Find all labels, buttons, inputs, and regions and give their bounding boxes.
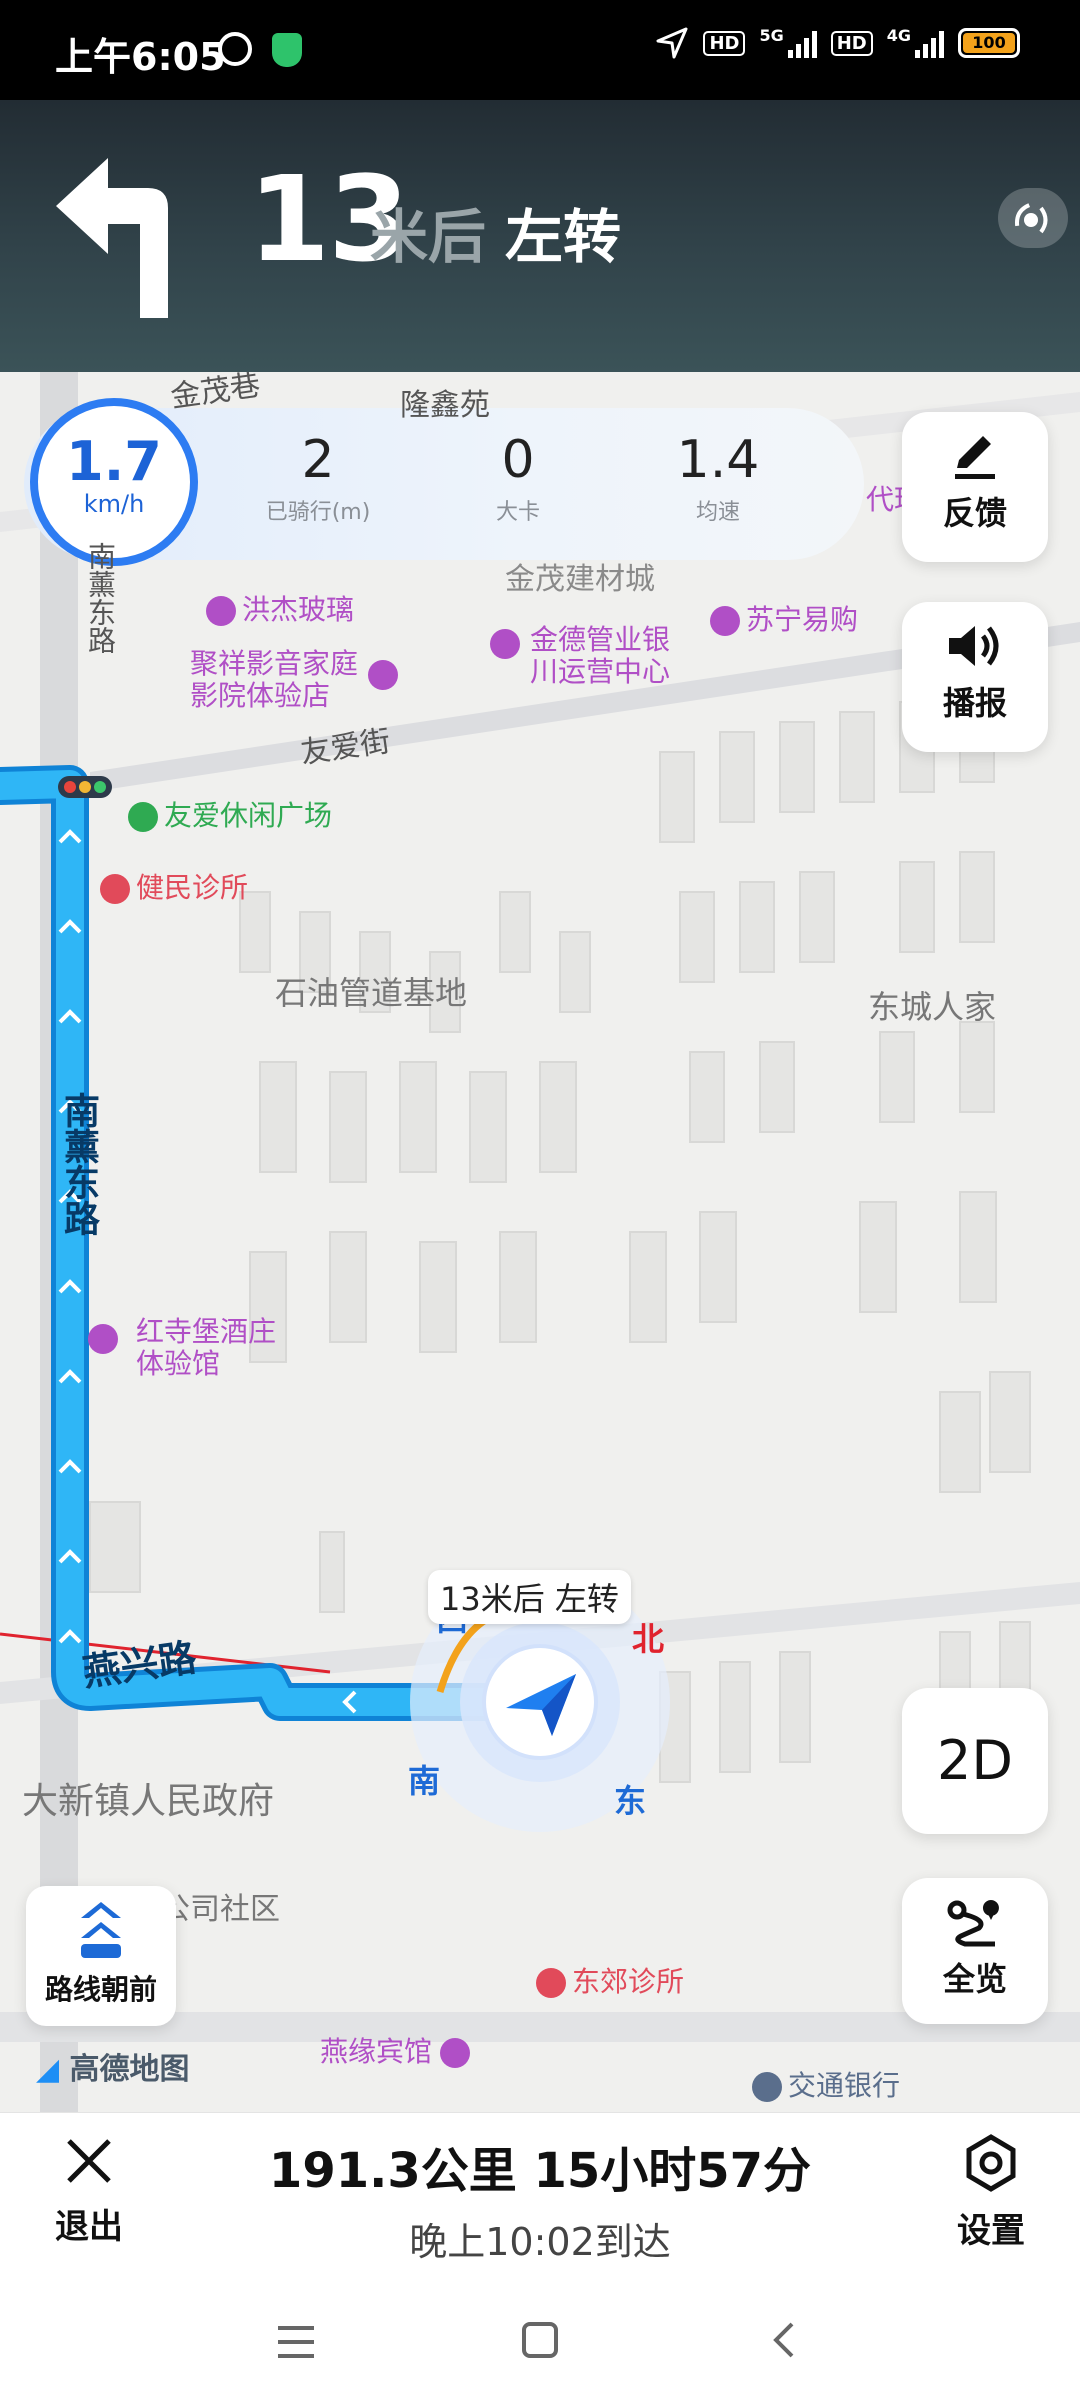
street-label: 南薰东路	[84, 542, 117, 654]
status-time: 上午6:05	[55, 35, 226, 79]
compass-east: 东	[614, 1782, 647, 1820]
bank-icon	[752, 2072, 782, 2102]
area-label: 大新镇人民政府	[22, 1781, 275, 1822]
stat-calories: 0 大卡	[438, 430, 598, 526]
network-4g-label: 4G	[886, 25, 911, 45]
exit-label: 退出	[55, 2207, 123, 2247]
poi-dongjiao-clinic[interactable]: 东郊诊所	[536, 1966, 684, 1998]
signal-4g-icon	[915, 28, 944, 58]
status-indicators: HD 5G HD 4G 100	[655, 26, 1020, 60]
route-street-label: 南薰东路	[58, 1092, 99, 1236]
trip-summary: 191.3公里 15小时57分 晚上10:02到达	[200, 2131, 880, 2266]
clinic-icon	[536, 1968, 566, 1998]
stat-distance: 2 已骑行(m)	[238, 430, 398, 526]
stat-calories-value: 0	[501, 430, 535, 490]
route-heading-label: 路线朝前	[44, 1973, 157, 2006]
battery-level: 100	[963, 33, 1015, 53]
signal-5g-icon	[787, 28, 817, 58]
menu-icon[interactable]	[274, 2322, 318, 2362]
home-icon[interactable]	[520, 2320, 560, 2360]
area-label: 金茂建材城	[505, 562, 655, 597]
hotel-icon	[440, 2038, 471, 2068]
hd-icon-2: HD	[830, 30, 873, 56]
close-icon	[67, 2139, 111, 2183]
settings-label: 设置	[957, 2211, 1025, 2251]
current-location-icon	[482, 1644, 598, 1760]
feedback-label: 反馈	[942, 494, 1007, 532]
status-bar: 上午6:05 HD 5G HD 4G 100	[0, 0, 1080, 100]
route-heading-button[interactable]: 路线朝前	[26, 1886, 176, 2026]
park-icon	[128, 802, 158, 832]
brand-logo-icon: ◢	[36, 2052, 60, 2087]
turn-left-arrow-icon	[56, 158, 168, 318]
broadcast-button[interactable]: 播报	[902, 602, 1048, 752]
view-mode-label: 2D	[937, 1729, 1013, 1792]
current-speed: 1.7 km/h	[30, 398, 198, 566]
speed-value: 1.7	[66, 430, 162, 493]
battery-icon: 100	[958, 28, 1020, 58]
poi-hotel[interactable]: 燕缘宾馆	[320, 2036, 476, 2068]
turn-guidance-panel: 13 米后 左转	[0, 100, 1080, 372]
poi-suning[interactable]: 苏宁易购	[710, 604, 858, 636]
poi-plaza[interactable]: 友爱休闲广场	[128, 800, 332, 832]
pen-icon	[955, 436, 995, 479]
speaker-icon	[949, 626, 999, 666]
system-navigation-bar	[0, 2274, 1080, 2400]
alarm-icon	[218, 32, 252, 66]
stat-average-value: 1.4	[676, 430, 760, 490]
arrival-time: 晚上10:02到达	[409, 2220, 671, 2264]
poi-bank[interactable]: 交通银行	[752, 2070, 900, 2102]
settings-hexagon-icon	[966, 2134, 1016, 2192]
overview-label: 全览	[942, 1960, 1007, 1998]
street-label: 隆鑫苑	[400, 388, 490, 423]
shop-icon	[710, 606, 740, 636]
overview-button[interactable]: 全览	[902, 1878, 1048, 2024]
area-label: 公司社区	[160, 1892, 280, 1927]
map-view[interactable]: 1.7 km/h 2 已骑行(m) 0 大卡 1.4 均速 金茂巷 隆鑫苑 南薰…	[0, 372, 1080, 2114]
poi-jinde[interactable]	[490, 627, 526, 659]
clinic-icon	[100, 874, 130, 904]
turn-callout: 13米后 左转	[428, 1570, 631, 1624]
speed-unit: km/h	[83, 490, 145, 518]
area-label: 石油管道基地	[275, 974, 468, 1012]
stat-calories-label: 大卡	[495, 500, 540, 525]
view-mode-button[interactable]: 2D	[902, 1688, 1048, 1834]
poi-jianmin-clinic[interactable]: 健民诊所	[100, 872, 248, 904]
exit-button[interactable]: 退出	[34, 2133, 144, 2263]
stat-average-speed: 1.4 均速	[638, 430, 798, 526]
location-arrow-icon	[656, 27, 688, 59]
poi-juxiang[interactable]: 聚祥影音家庭影院体验店	[190, 648, 370, 712]
stat-distance-value: 2	[301, 430, 335, 490]
map-brand: ◢ 高德地图	[36, 2052, 190, 2087]
route-overview-icon	[947, 1900, 999, 1947]
shop-icon	[368, 660, 398, 690]
shop-icon	[490, 629, 520, 659]
compass-south: 南	[408, 1762, 441, 1800]
hd-icon: HD	[703, 30, 746, 56]
sound-wave-icon	[1015, 203, 1048, 234]
voice-toggle-button[interactable]	[998, 188, 1068, 248]
shop-icon	[88, 1324, 118, 1354]
route-heading-icon	[81, 1902, 121, 1958]
navigation-summary-bar: 退出 191.3公里 15小时57分 晚上10:02到达 设置	[0, 2112, 1080, 2275]
shop-icon	[206, 596, 236, 626]
poi-hongjie[interactable]: 洪杰玻璃	[206, 594, 354, 626]
poi-winery-label: 红寺堡酒庄体验馆	[136, 1315, 277, 1380]
remaining-distance-time: 191.3公里 15小时57分	[268, 2143, 812, 2199]
turn-distance-unit: 米后	[370, 203, 487, 271]
compass-north: 北	[632, 1620, 665, 1658]
settings-button[interactable]: 设置	[936, 2133, 1046, 2263]
area-label: 东城人家	[868, 988, 997, 1026]
stat-distance-label: 已骑行(m)	[265, 500, 371, 525]
security-shield-icon	[272, 33, 302, 67]
back-icon[interactable]	[768, 2320, 798, 2360]
stat-average-label: 均速	[695, 500, 740, 525]
poi-jinde-label: 金德管业银川运营中心	[530, 623, 671, 688]
network-5g-label: 5G	[759, 25, 784, 45]
turn-action: 左转	[505, 203, 622, 271]
poi-winery[interactable]	[88, 1322, 124, 1354]
broadcast-label: 播报	[942, 684, 1007, 722]
feedback-button[interactable]: 反馈	[902, 412, 1048, 562]
